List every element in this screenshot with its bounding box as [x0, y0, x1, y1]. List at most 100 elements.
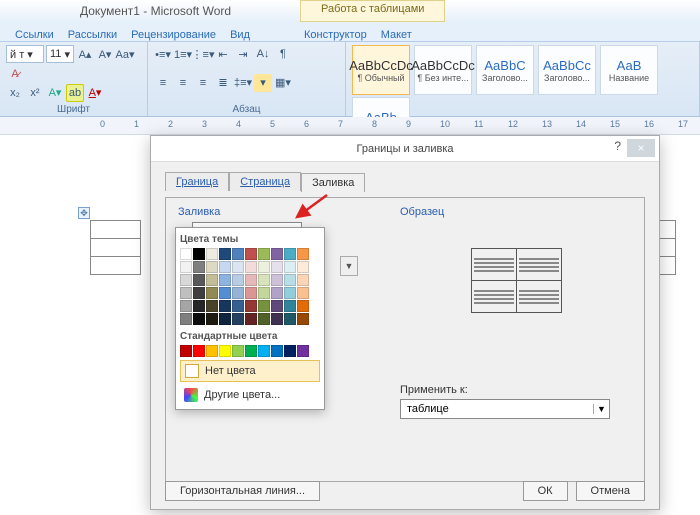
- align-left-icon[interactable]: ≡: [154, 74, 172, 92]
- color-swatch[interactable]: [219, 287, 231, 299]
- grow-font-icon[interactable]: A▴: [76, 45, 94, 63]
- color-swatch[interactable]: [206, 261, 218, 273]
- color-swatch[interactable]: [206, 248, 218, 260]
- color-swatch[interactable]: [297, 248, 309, 260]
- tab-fill[interactable]: Заливка: [301, 173, 365, 192]
- color-swatch[interactable]: [284, 248, 296, 260]
- justify-icon[interactable]: ≣: [214, 74, 232, 92]
- color-swatch[interactable]: [297, 300, 309, 312]
- tab-view[interactable]: Вид: [230, 29, 250, 41]
- color-swatch[interactable]: [193, 345, 205, 357]
- style-item[interactable]: AaBbCcDc¶ Обычный: [352, 45, 410, 95]
- borders-icon[interactable]: ▦▾: [274, 74, 292, 92]
- color-swatch[interactable]: [245, 261, 257, 273]
- color-swatch[interactable]: [258, 261, 270, 273]
- font-size-combo[interactable]: 11 ▾: [46, 45, 74, 63]
- color-swatch[interactable]: [232, 274, 244, 286]
- align-center-icon[interactable]: ≡: [174, 74, 192, 92]
- color-swatch[interactable]: [180, 248, 192, 260]
- color-swatch[interactable]: [258, 300, 270, 312]
- horizontal-line-button[interactable]: Горизонтальная линия...: [165, 481, 320, 501]
- color-swatch[interactable]: [219, 313, 231, 325]
- style-item[interactable]: AaBbCcЗаголово...: [538, 45, 596, 95]
- color-swatch[interactable]: [297, 345, 309, 357]
- color-swatch[interactable]: [193, 287, 205, 299]
- color-swatch[interactable]: [245, 287, 257, 299]
- tab-border[interactable]: Граница: [165, 172, 229, 191]
- font-name-combo[interactable]: й т ▾: [6, 45, 44, 63]
- color-swatch[interactable]: [258, 313, 270, 325]
- tab-layout[interactable]: Макет: [381, 29, 412, 41]
- indent-dec-icon[interactable]: ⇤: [214, 45, 232, 63]
- color-swatch[interactable]: [258, 274, 270, 286]
- multilevel-icon[interactable]: ⋮≡▾: [194, 45, 212, 63]
- align-right-icon[interactable]: ≡: [194, 74, 212, 92]
- more-colors-item[interactable]: Другие цвета...: [180, 385, 320, 405]
- color-swatch[interactable]: [245, 300, 257, 312]
- color-swatch[interactable]: [271, 313, 283, 325]
- color-swatch[interactable]: [180, 313, 192, 325]
- shrink-font-icon[interactable]: A▾: [96, 45, 114, 63]
- color-swatch[interactable]: [271, 248, 283, 260]
- font-color-icon[interactable]: A▾: [86, 84, 104, 102]
- style-item[interactable]: AaBbCcDc¶ Без инте...: [414, 45, 472, 95]
- text-effects-icon[interactable]: A▾: [46, 84, 64, 102]
- color-swatch[interactable]: [193, 300, 205, 312]
- table-move-handle[interactable]: ✥: [78, 207, 90, 219]
- no-color-item[interactable]: Нет цвета: [180, 360, 320, 382]
- tab-references[interactable]: Ссылки: [15, 29, 54, 41]
- color-swatch[interactable]: [219, 261, 231, 273]
- color-swatch[interactable]: [219, 274, 231, 286]
- color-swatch[interactable]: [232, 313, 244, 325]
- color-swatch[interactable]: [245, 248, 257, 260]
- color-swatch[interactable]: [284, 300, 296, 312]
- color-swatch[interactable]: [193, 274, 205, 286]
- color-swatch[interactable]: [271, 274, 283, 286]
- cancel-button[interactable]: Отмена: [576, 481, 645, 501]
- color-swatch[interactable]: [284, 274, 296, 286]
- color-swatch[interactable]: [297, 287, 309, 299]
- style-item[interactable]: AaBbCЗаголово...: [476, 45, 534, 95]
- color-swatch[interactable]: [232, 248, 244, 260]
- numbering-icon[interactable]: 1≡▾: [174, 45, 192, 63]
- line-spacing-icon[interactable]: ‡≡▾: [234, 74, 252, 92]
- color-swatch[interactable]: [232, 261, 244, 273]
- highlight-icon[interactable]: ab: [66, 84, 84, 102]
- color-swatch[interactable]: [193, 248, 205, 260]
- dialog-close-icon[interactable]: ×: [627, 139, 655, 157]
- tab-mailings[interactable]: Рассылки: [68, 29, 117, 41]
- color-swatch[interactable]: [232, 287, 244, 299]
- color-swatch[interactable]: [206, 287, 218, 299]
- color-swatch[interactable]: [245, 313, 257, 325]
- tab-design[interactable]: Конструктор: [304, 29, 367, 41]
- color-swatch[interactable]: [258, 287, 270, 299]
- color-swatch[interactable]: [206, 274, 218, 286]
- style-item[interactable]: АаВНазвание: [600, 45, 658, 95]
- color-swatch[interactable]: [245, 345, 257, 357]
- color-swatch[interactable]: [206, 345, 218, 357]
- subscript-icon[interactable]: x₂: [6, 84, 24, 102]
- color-swatch[interactable]: [284, 345, 296, 357]
- clear-format-icon[interactable]: A̷: [6, 65, 24, 83]
- color-swatch[interactable]: [271, 261, 283, 273]
- color-swatch[interactable]: [219, 345, 231, 357]
- color-swatch[interactable]: [219, 300, 231, 312]
- show-marks-icon[interactable]: ¶: [274, 45, 292, 63]
- change-case-icon[interactable]: Aa▾: [116, 45, 134, 63]
- color-swatch[interactable]: [271, 287, 283, 299]
- tab-page[interactable]: Страница: [229, 172, 301, 191]
- color-swatch[interactable]: [232, 345, 244, 357]
- bullets-icon[interactable]: •≡▾: [154, 45, 172, 63]
- color-swatch[interactable]: [297, 261, 309, 273]
- pattern-style-dropdown[interactable]: ▼: [340, 256, 358, 276]
- color-swatch[interactable]: [284, 261, 296, 273]
- color-swatch[interactable]: [297, 313, 309, 325]
- color-swatch[interactable]: [258, 248, 270, 260]
- color-swatch[interactable]: [206, 313, 218, 325]
- tab-review[interactable]: Рецензирование: [131, 29, 216, 41]
- color-swatch[interactable]: [297, 274, 309, 286]
- document-table-left[interactable]: [90, 220, 141, 275]
- color-swatch[interactable]: [193, 261, 205, 273]
- shading-icon[interactable]: ▾: [254, 74, 272, 92]
- sort-icon[interactable]: A↓: [254, 45, 272, 63]
